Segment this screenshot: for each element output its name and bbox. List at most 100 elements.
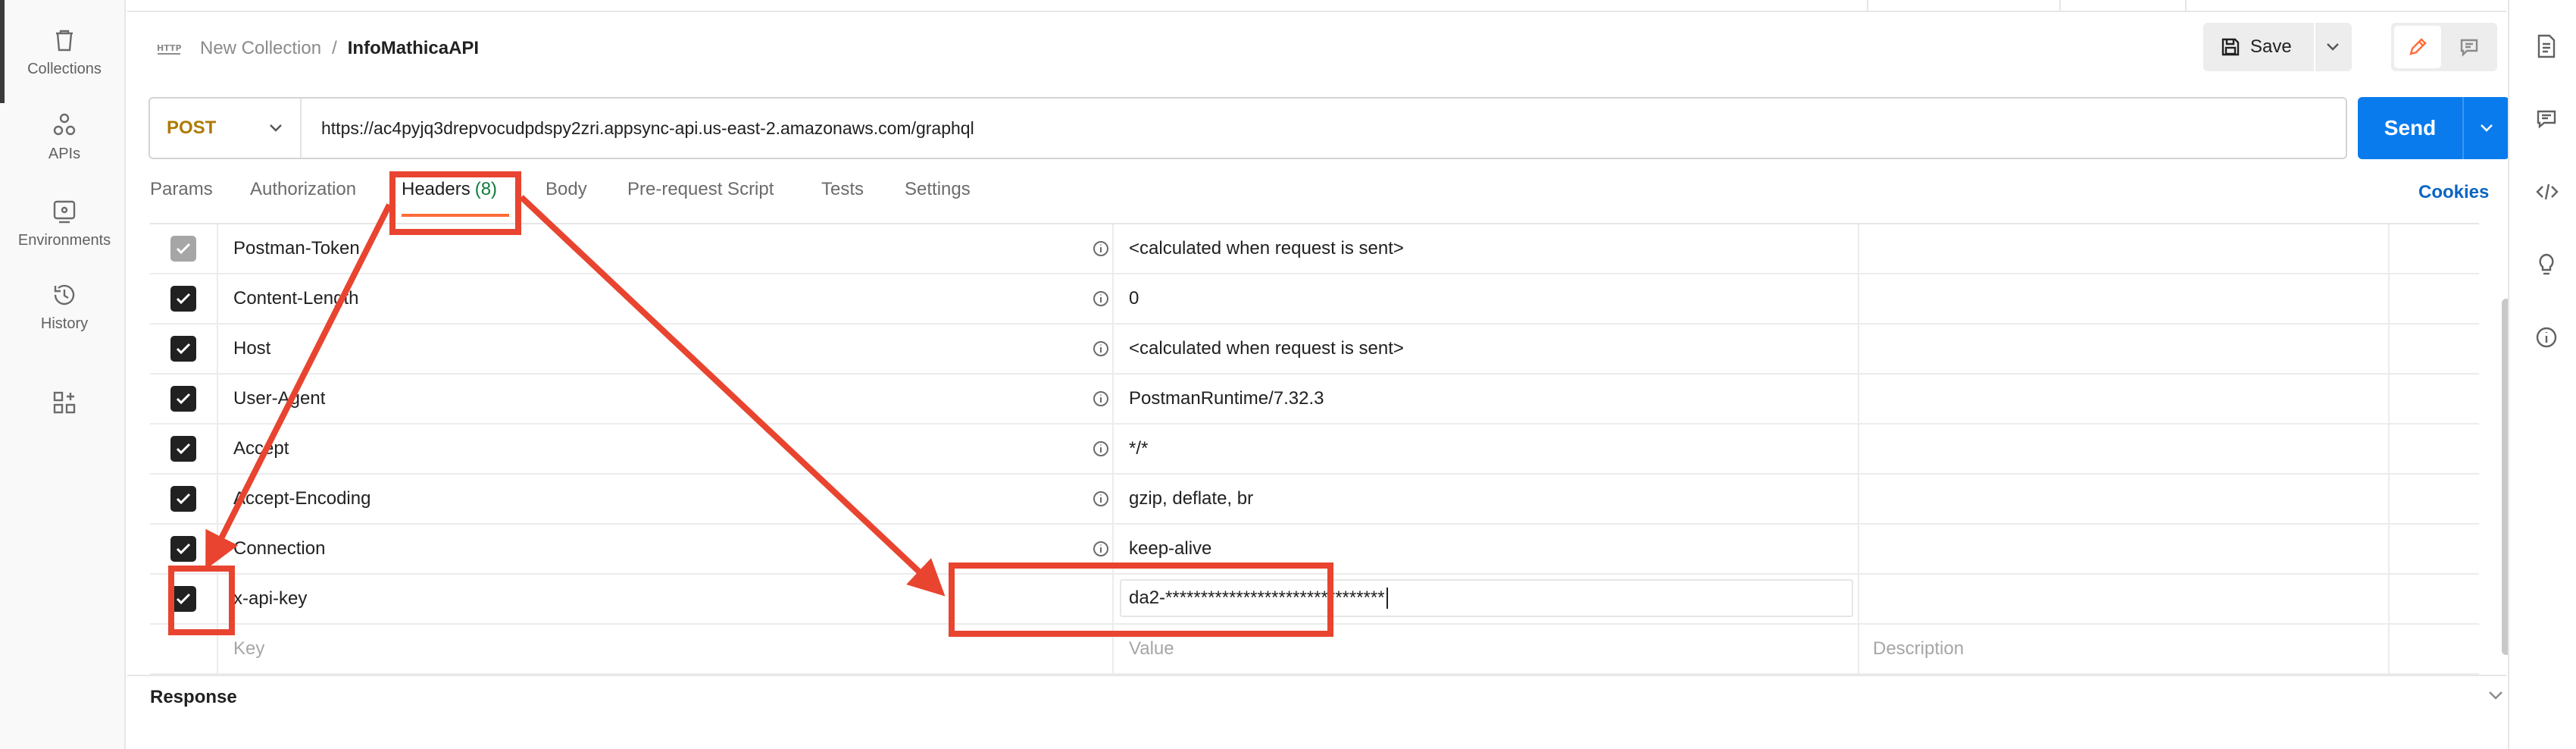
tab-body[interactable]: Body <box>546 179 587 200</box>
header-enabled-checkbox[interactable] <box>170 236 196 262</box>
sidebar-item-label: History <box>40 315 89 332</box>
sidebar-item-label: Environments <box>17 232 111 249</box>
header-key[interactable]: Host <box>218 324 1114 373</box>
comment-mode-button[interactable] <box>2446 26 2493 68</box>
chevron-down-icon[interactable] <box>2487 688 2505 702</box>
header-description[interactable] <box>1859 374 2390 423</box>
sidebar-item-apis[interactable]: APIs <box>5 112 124 163</box>
value-placeholder: Value <box>1129 638 1174 659</box>
info-icon[interactable] <box>1089 425 1112 473</box>
tab-divider <box>2059 0 2061 12</box>
header-description[interactable] <box>1859 274 2390 323</box>
save-options-button[interactable] <box>2315 42 2350 52</box>
table-row: Host <calculated when request is sent> <box>150 324 2479 374</box>
check-icon <box>176 293 191 305</box>
mode-switcher <box>2391 23 2497 71</box>
add-workspace-icon <box>52 390 77 415</box>
sidebar-item-history[interactable]: History <box>5 282 124 333</box>
check-icon <box>176 493 191 505</box>
header-key[interactable]: Accept-Encoding <box>218 475 1114 523</box>
new-description-input[interactable]: Description <box>1859 625 2390 673</box>
tab-pre-request-script[interactable]: Pre-request Script <box>627 179 774 200</box>
header-description[interactable] <box>1859 475 2390 523</box>
chevron-down-icon <box>268 123 283 133</box>
info-icon[interactable] <box>1089 224 1112 273</box>
header-description[interactable] <box>1859 425 2390 473</box>
tab-settings[interactable]: Settings <box>905 179 971 200</box>
header-key[interactable]: User-Agent <box>218 374 1114 423</box>
sidebar-item-label: Collections <box>27 61 102 77</box>
save-icon <box>2220 36 2241 58</box>
header-enabled-checkbox[interactable] <box>170 436 196 462</box>
info-icon[interactable] <box>1089 324 1112 373</box>
left-sidebar: Collections APIs Environments History <box>0 0 126 749</box>
info-icon[interactable] <box>2535 326 2558 349</box>
pencil-icon <box>2406 36 2429 58</box>
annotation-box-checkbox <box>168 566 235 635</box>
header-key[interactable]: Accept <box>218 425 1114 473</box>
table-row: Content-Length 0 <box>150 274 2479 324</box>
cookies-link[interactable]: Cookies <box>2418 182 2489 203</box>
tab-tests[interactable]: Tests <box>821 179 864 200</box>
environments-icon <box>52 199 77 224</box>
header-value[interactable]: gzip, deflate, br <box>1114 475 1859 523</box>
tab-authorization[interactable]: Authorization <box>250 179 356 200</box>
send-options-button[interactable] <box>2464 123 2509 133</box>
save-label: Save <box>2250 36 2292 57</box>
header-value[interactable]: <calculated when request is sent> <box>1114 324 1859 373</box>
save-button-group: Save <box>2203 23 2352 71</box>
tab-params[interactable]: Params <box>150 179 213 200</box>
check-cell <box>150 224 218 273</box>
header-enabled-checkbox[interactable] <box>170 336 196 362</box>
header-enabled-checkbox[interactable] <box>170 486 196 512</box>
info-icon[interactable] <box>1089 374 1112 423</box>
check-cell <box>150 274 218 323</box>
check-icon <box>176 343 191 355</box>
header-enabled-checkbox[interactable] <box>170 386 196 412</box>
comments-icon[interactable] <box>2535 108 2558 130</box>
apis-icon <box>52 112 77 138</box>
save-button[interactable]: Save <box>2203 23 2315 71</box>
right-sidebar <box>2508 0 2576 749</box>
header-enabled-checkbox[interactable] <box>170 536 196 562</box>
header-description[interactable] <box>1859 224 2390 273</box>
info-icon[interactable] <box>1089 475 1112 523</box>
response-panel: Response <box>127 675 2506 749</box>
header-value[interactable]: <calculated when request is sent> <box>1114 224 1859 273</box>
url-input[interactable]: https://ac4pyjq3drepvocudpdspy2zri.appsy… <box>302 118 974 139</box>
documentation-icon[interactable] <box>2535 33 2558 59</box>
sidebar-item-environments[interactable]: Environments <box>5 199 124 249</box>
method-select[interactable]: POST <box>150 99 302 158</box>
check-icon <box>176 443 191 455</box>
annotation-box-api-key-value <box>949 563 1333 637</box>
chevron-down-icon <box>2325 42 2340 52</box>
code-icon[interactable] <box>2535 180 2559 203</box>
header-enabled-checkbox[interactable] <box>170 286 196 312</box>
annotation-box-headers-tab <box>389 171 521 235</box>
method-label: POST <box>167 118 217 138</box>
sidebar-item-configure[interactable] <box>5 390 124 415</box>
header-value[interactable]: 0 <box>1114 274 1859 323</box>
check-icon <box>176 243 191 255</box>
check-cell <box>150 425 218 473</box>
header-value[interactable]: PostmanRuntime/7.32.3 <box>1114 374 1859 423</box>
send-button[interactable]: Send <box>2358 97 2464 159</box>
info-icon[interactable] <box>1089 274 1112 323</box>
header-description[interactable] <box>1859 324 2390 373</box>
breadcrumb-collection[interactable]: New Collection <box>200 38 321 59</box>
svg-text:HTTP: HTTP <box>157 43 182 53</box>
edit-mode-button[interactable] <box>2394 26 2441 68</box>
breadcrumb: HTTP New Collection / InfoMathicaAPI <box>156 33 479 64</box>
sidebar-item-collections[interactable]: Collections <box>5 27 124 78</box>
lightbulb-icon[interactable] <box>2535 252 2558 277</box>
request-name[interactable]: InfoMathicaAPI <box>348 38 479 59</box>
check-cell <box>150 374 218 423</box>
header-key[interactable]: Postman-Token <box>218 224 1114 273</box>
url-bar: POST https://ac4pyjq3drepvocudpdspy2zri.… <box>148 97 2347 159</box>
breadcrumb-separator: / <box>332 38 337 58</box>
header-description[interactable] <box>1859 575 2390 623</box>
header-description[interactable] <box>1859 525 2390 573</box>
send-button-group: Send <box>2358 97 2509 159</box>
header-value[interactable]: */* <box>1114 425 1859 473</box>
header-key[interactable]: Content-Length <box>218 274 1114 323</box>
